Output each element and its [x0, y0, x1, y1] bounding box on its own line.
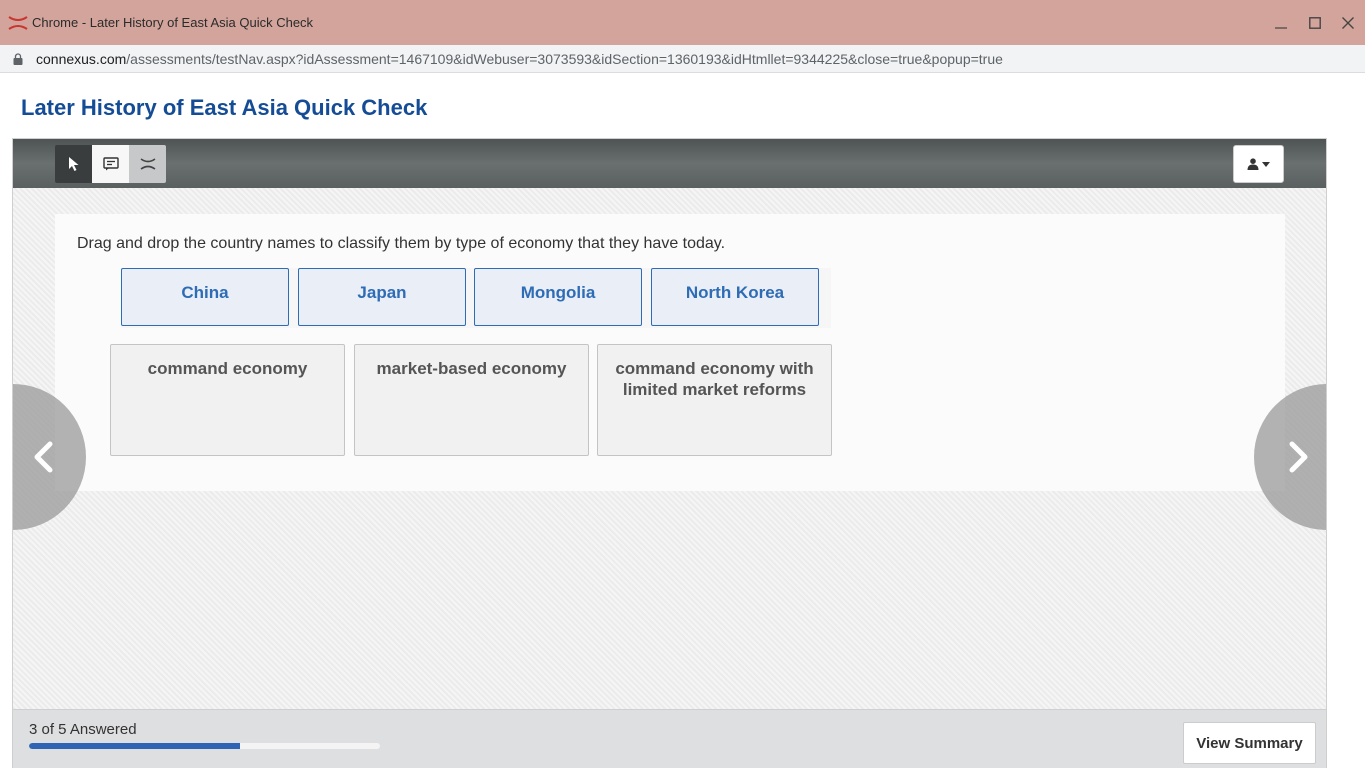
user-icon [1247, 158, 1259, 170]
question-prompt: Drag and drop the country names to class… [77, 235, 726, 252]
maximize-icon [1309, 16, 1321, 29]
url-path: /assessments/testNav.aspx?idAssessment=1… [126, 50, 1003, 67]
question-card: Drag and drop the country names to class… [55, 214, 1285, 491]
draggable-options: China Japan Mongolia North Korea [121, 268, 831, 328]
progress-bar [29, 743, 380, 749]
option-japan[interactable]: Japan [298, 268, 466, 326]
test-footer: 3 of 5 Answered View Summary [13, 709, 1326, 768]
option-mongolia[interactable]: Mongolia [474, 268, 642, 326]
close-window-button[interactable] [1331, 0, 1365, 45]
user-menu-button[interactable] [1233, 145, 1284, 183]
test-toolbar [13, 139, 1326, 188]
notes-tool-button[interactable] [92, 145, 129, 183]
test-frame: Drag and drop the country names to class… [12, 138, 1327, 768]
url-host: connexus.com [36, 50, 127, 67]
maximize-button[interactable] [1298, 0, 1332, 45]
minimize-button[interactable] [1264, 0, 1298, 45]
dropzone-market-based-economy[interactable]: market-based economy [354, 344, 589, 456]
window-title: Chrome - Later History of East Asia Quic… [32, 15, 314, 30]
address-bar[interactable]: connexus.com/assessments/testNav.aspx?id… [0, 45, 1365, 73]
pointer-icon [68, 157, 78, 171]
url-text: connexus.com/assessments/testNav.aspx?id… [36, 51, 1003, 67]
dropzone-command-economy[interactable]: command economy [110, 344, 345, 456]
connexus-x-icon [8, 15, 28, 30]
close-icon [1342, 16, 1354, 29]
notes-icon [102, 157, 119, 171]
progress-text: 3 of 5 Answered [29, 721, 137, 738]
lock-icon [13, 52, 23, 65]
minimize-icon [1275, 26, 1287, 29]
tool-group [55, 145, 166, 183]
view-summary-button[interactable]: View Summary [1183, 722, 1316, 764]
eliminate-tool-button[interactable] [129, 145, 166, 183]
pointer-tool-button[interactable] [55, 145, 92, 183]
chevron-left-icon [34, 441, 53, 473]
dropzone-command-with-reforms[interactable]: command economy with limited market refo… [597, 344, 832, 456]
caret-down-icon [1262, 161, 1270, 167]
option-north-korea[interactable]: North Korea [651, 268, 819, 326]
window-title-bar: Chrome - Later History of East Asia Quic… [0, 0, 1365, 45]
eliminate-icon [140, 158, 155, 170]
progress-bar-fill [29, 743, 240, 749]
page-title: Later History of East Asia Quick Check [21, 95, 428, 120]
option-china[interactable]: China [121, 268, 289, 326]
chevron-right-icon [1289, 441, 1308, 473]
